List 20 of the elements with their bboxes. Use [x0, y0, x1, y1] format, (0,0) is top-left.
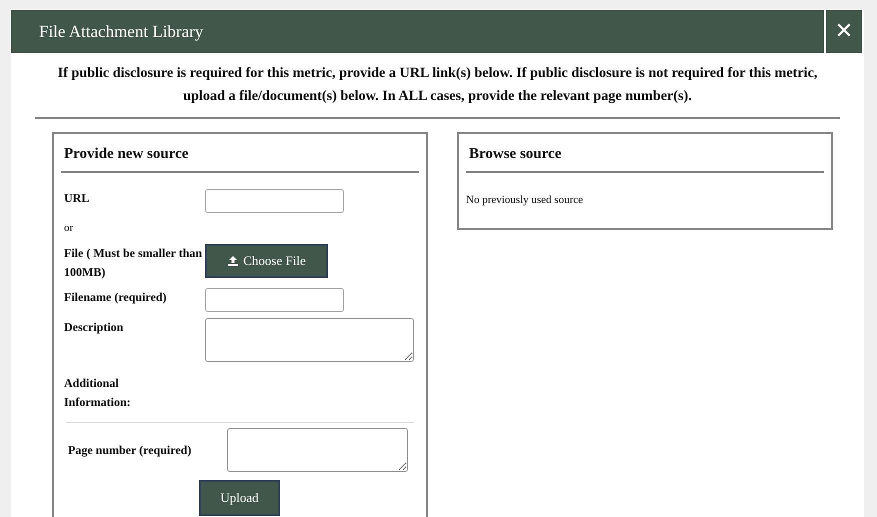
choose-file-button[interactable]: Choose File — [205, 244, 328, 278]
field-label: Filename (required) — [64, 289, 168, 306]
or-text: or — [64, 221, 74, 236]
field-label: File ( Must be smaller than 100MB) — [64, 245, 204, 281]
window-title: File Attachment Library — [38, 22, 204, 42]
upload-icon — [227, 255, 240, 267]
empty-message: No previously used source — [466, 193, 584, 208]
close-button[interactable]: ✕ — [824, 10, 864, 53]
section-label: Additional Information: — [64, 375, 132, 411]
field-label: Description — [64, 319, 124, 336]
field-label: Page number (required) — [68, 442, 192, 459]
panel-title: Browse source — [466, 134, 824, 173]
field-label: URL — [64, 190, 90, 207]
input-field[interactable] — [205, 288, 344, 312]
upload-button[interactable]: Upload — [199, 480, 280, 516]
instructions-text: If public disclosure is required for this metric, provide a URL link(s) below. If public disclosure is not required for this metric, upload a file/document(s) below. In ALL cases, provide the relevant page number(s). — [35, 53, 840, 119]
page-number-field[interactable] — [227, 428, 408, 472]
panel-title: Provide new source — [61, 134, 419, 173]
input-field[interactable] — [205, 189, 344, 213]
textarea-field[interactable] — [205, 318, 414, 362]
